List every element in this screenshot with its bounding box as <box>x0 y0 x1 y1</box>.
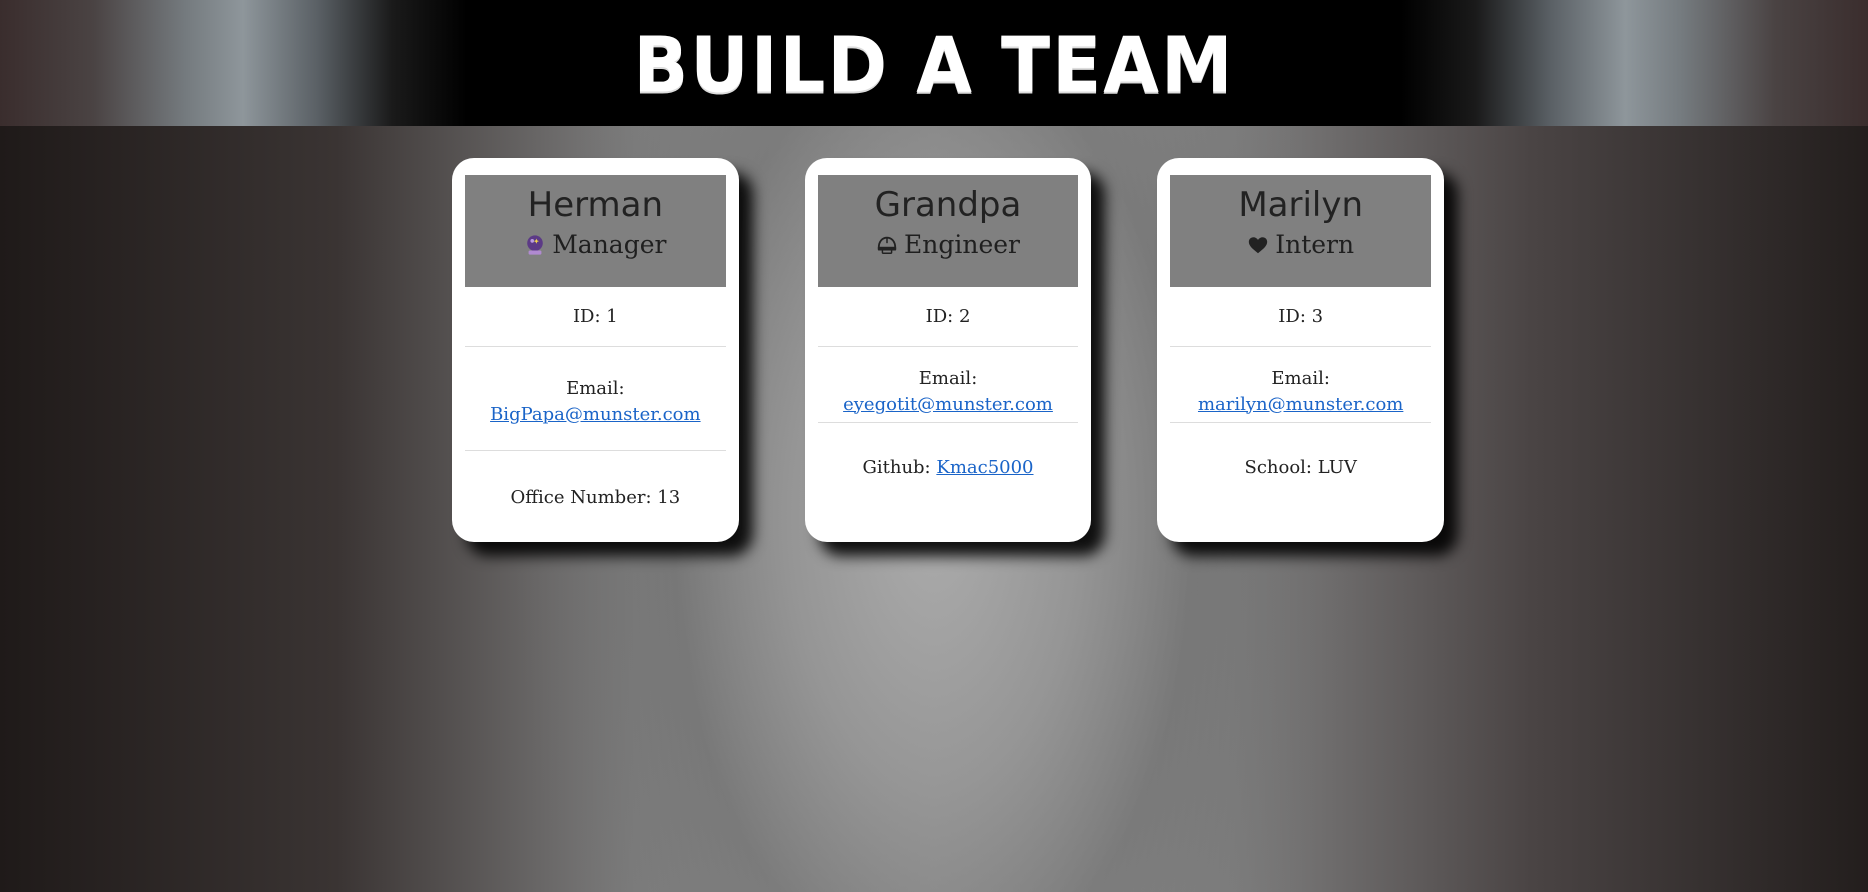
page-header: BUILD A TEAM <box>0 0 1868 126</box>
office-number-row: Office Number: 13 <box>465 451 726 531</box>
card-header: Grandpa Engineer <box>817 175 1079 287</box>
employee-role: Manager <box>524 232 666 257</box>
id-row: ID: 2 <box>817 287 1079 347</box>
id-value: 1 <box>606 305 618 327</box>
team-cards: Herman Manager ID: 1 Email: BigPapa@muns… <box>452 158 1445 542</box>
email-link[interactable]: eyegotit@munster.com <box>843 394 1053 415</box>
office-number-label: Office Number: <box>510 487 652 508</box>
email-row: Email: BigPapa@munster.com <box>465 347 726 451</box>
heart-icon <box>1249 237 1268 254</box>
helmet-icon <box>877 236 897 254</box>
email-link[interactable]: marilyn@munster.com <box>1198 394 1403 415</box>
employee-card-manager: Herman Manager ID: 1 Email: BigPapa@muns… <box>452 158 739 542</box>
page-title: BUILD A TEAM <box>633 20 1235 110</box>
school-label: School: <box>1244 457 1312 478</box>
id-row: ID: 3 <box>1170 287 1432 347</box>
id-value: 2 <box>958 305 971 327</box>
crystal-ball-icon <box>527 235 543 255</box>
employee-name: Grandpa <box>874 185 1022 225</box>
employee-name: Herman <box>527 185 664 225</box>
github-label: Github: <box>862 457 931 478</box>
id-row: ID: 1 <box>465 287 726 347</box>
employee-name: Marilyn <box>1238 185 1364 225</box>
card-body: ID: 1 Email: BigPapa@munster.com Office … <box>465 287 726 531</box>
role-label: Intern <box>1275 230 1355 260</box>
id-value: 3 <box>1311 305 1324 327</box>
id-label: ID: <box>1278 305 1306 327</box>
role-label: Manager <box>552 230 667 260</box>
card-header: Herman Manager <box>465 175 726 287</box>
employee-role: Intern <box>1247 232 1354 257</box>
school-value: LUV <box>1317 457 1357 478</box>
card-body: ID: 2 Email: eyegotit@munster.com Github… <box>817 287 1079 499</box>
school-row: School: LUV <box>1170 423 1431 499</box>
role-label: Engineer <box>904 230 1020 260</box>
office-number-value: 13 <box>657 487 681 508</box>
email-link[interactable]: BigPapa@munster.com <box>490 404 701 425</box>
card-header: Marilyn Intern <box>1170 175 1432 287</box>
email-label: Email: <box>918 367 978 389</box>
card-body: ID: 3 Email: marilyn@munster.com School:… <box>1170 287 1432 499</box>
employee-card-engineer: Grandpa Engineer ID: 2 Email: eyegotit@m… <box>804 158 1092 542</box>
github-link[interactable]: Kmac5000 <box>936 457 1033 478</box>
email-label: Email: <box>566 377 625 399</box>
employee-card-intern: Marilyn Intern ID: 3 Email: marilyn@muns… <box>1157 158 1445 542</box>
email-row: Email: marilyn@munster.com <box>1170 347 1432 423</box>
email-label: Email: <box>1271 367 1330 389</box>
employee-role: Engineer <box>876 232 1020 257</box>
github-row: Github: Kmac5000 <box>818 423 1079 499</box>
id-label: ID: <box>572 305 601 327</box>
email-row: Email: eyegotit@munster.com <box>817 347 1079 423</box>
id-label: ID: <box>925 305 954 327</box>
